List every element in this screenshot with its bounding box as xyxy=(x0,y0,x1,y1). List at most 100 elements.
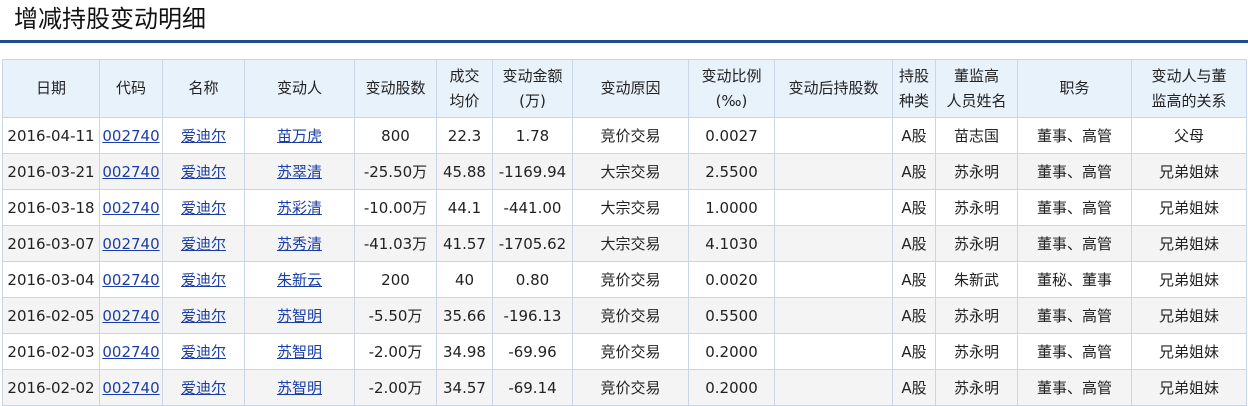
stock-name-link[interactable]: 爱迪尔 xyxy=(181,379,226,397)
table-cell: 002740 xyxy=(99,225,163,262)
column-header[interactable]: 成交 均价 xyxy=(436,59,493,118)
column-header-line2: 种类 xyxy=(898,91,929,110)
column-header[interactable]: 变动股数 xyxy=(354,59,437,118)
column-header-line2: (万) xyxy=(519,91,546,110)
column-header[interactable]: 变动金额 (万) xyxy=(492,59,573,118)
cell-date: 2016-03-04 xyxy=(2,261,100,298)
cell-relation: 父母 xyxy=(1131,117,1247,154)
column-header[interactable]: 董监高 人员姓名 xyxy=(935,59,1018,118)
column-header-line1: 变动人 xyxy=(276,79,322,97)
cell-relation: 兄弟姐妹 xyxy=(1131,261,1247,298)
column-header-line1: 日期 xyxy=(35,79,66,97)
cell-shares: -2.00万 xyxy=(354,369,437,406)
column-header[interactable]: 日期 xyxy=(2,59,100,118)
stock-name-link[interactable]: 爱迪尔 xyxy=(181,163,226,181)
column-header[interactable]: 变动人 xyxy=(244,59,355,118)
page-title: 增减持股变动明细 xyxy=(14,5,206,33)
cell-reason: 大宗交易 xyxy=(572,189,689,226)
table-cell: 苏翠清 xyxy=(244,153,355,190)
cell-share-type: A股 xyxy=(892,225,936,262)
cell-relation: 兄弟姐妹 xyxy=(1131,333,1247,370)
cell-after-shares xyxy=(774,297,893,334)
changer-link[interactable]: 苏智明 xyxy=(277,307,322,325)
stock-name-link[interactable]: 爱迪尔 xyxy=(181,271,226,289)
cell-ratio: 0.0027 xyxy=(688,117,775,154)
cell-after-shares xyxy=(774,153,893,190)
column-header[interactable]: 变动人与董 监高的关系 xyxy=(1131,59,1247,118)
cell-reason: 大宗交易 xyxy=(572,225,689,262)
stock-code-link[interactable]: 002740 xyxy=(102,343,159,361)
cell-date: 2016-02-02 xyxy=(2,369,100,406)
cell-avg-price: 40 xyxy=(436,261,493,298)
changer-link[interactable]: 苏智明 xyxy=(277,343,322,361)
cell-relation: 兄弟姐妹 xyxy=(1131,369,1247,406)
column-header[interactable]: 持股 种类 xyxy=(892,59,936,118)
cell-position: 董事、高管 xyxy=(1017,225,1132,262)
table-row: 2016-03-07 002740 爱迪尔 苏秀清 -41.03万 41.57 -1705.… xyxy=(2,225,1247,262)
table-cell: 朱新云 xyxy=(244,261,355,298)
cell-amount: 0.80 xyxy=(492,261,573,298)
table-cell: 爱迪尔 xyxy=(162,117,245,154)
table-cell: 苏智明 xyxy=(244,369,355,406)
cell-position: 董秘、董事 xyxy=(1017,261,1132,298)
column-header[interactable]: 变动后持股数 xyxy=(774,59,893,118)
column-header[interactable]: 变动比例 (‰) xyxy=(688,59,775,118)
cell-position: 董事、高管 xyxy=(1017,153,1132,190)
cell-shares: -5.50万 xyxy=(354,297,437,334)
cell-reason: 竞价交易 xyxy=(572,333,689,370)
cell-date: 2016-03-18 xyxy=(2,189,100,226)
table-cell: 苏智明 xyxy=(244,297,355,334)
stock-name-link[interactable]: 爱迪尔 xyxy=(181,343,226,361)
cell-executive: 苏永明 xyxy=(935,225,1018,262)
cell-share-type: A股 xyxy=(892,369,936,406)
stock-name-link[interactable]: 爱迪尔 xyxy=(181,199,226,217)
cell-executive: 苏永明 xyxy=(935,369,1018,406)
changer-link[interactable]: 苏秀清 xyxy=(277,235,322,253)
column-header-line1: 变动人与董 xyxy=(1151,66,1227,85)
column-header-line1: 变动原因 xyxy=(600,79,661,97)
table-cell: 爱迪尔 xyxy=(162,225,245,262)
cell-ratio: 0.0020 xyxy=(688,261,775,298)
stock-name-link[interactable]: 爱迪尔 xyxy=(181,235,226,253)
column-header-line1: 变动金额 xyxy=(502,66,563,85)
changer-link[interactable]: 苗万虎 xyxy=(277,127,322,145)
stock-code-link[interactable]: 002740 xyxy=(102,199,159,217)
cell-amount: -441.00 xyxy=(492,189,573,226)
cell-ratio: 0.2000 xyxy=(688,369,775,406)
stock-code-link[interactable]: 002740 xyxy=(102,163,159,181)
cell-share-type: A股 xyxy=(892,333,936,370)
changer-link[interactable]: 苏翠清 xyxy=(277,163,322,181)
stock-code-link[interactable]: 002740 xyxy=(102,307,159,325)
stock-name-link[interactable]: 爱迪尔 xyxy=(181,307,226,325)
cell-ratio: 0.5500 xyxy=(688,297,775,334)
cell-date: 2016-03-21 xyxy=(2,153,100,190)
stock-code-link[interactable]: 002740 xyxy=(102,127,159,145)
cell-shares: -41.03万 xyxy=(354,225,437,262)
changer-link[interactable]: 苏智明 xyxy=(277,379,322,397)
cell-executive: 苏永明 xyxy=(935,153,1018,190)
column-header-line1: 董监高 xyxy=(953,66,999,85)
column-header[interactable]: 名称 xyxy=(162,59,245,118)
cell-position: 董事、高管 xyxy=(1017,297,1132,334)
cell-amount: -1169.94 xyxy=(492,153,573,190)
cell-after-shares xyxy=(774,333,893,370)
column-header-line1: 变动比例 xyxy=(701,66,762,85)
stock-code-link[interactable]: 002740 xyxy=(102,271,159,289)
cell-avg-price: 45.88 xyxy=(436,153,493,190)
column-header[interactable]: 职务 xyxy=(1017,59,1132,118)
table-cell: 爱迪尔 xyxy=(162,297,245,334)
column-header[interactable]: 变动原因 xyxy=(572,59,689,118)
table-cell: 爱迪尔 xyxy=(162,333,245,370)
changer-link[interactable]: 朱新云 xyxy=(277,271,322,289)
cell-relation: 兄弟姐妹 xyxy=(1131,297,1247,334)
cell-reason: 大宗交易 xyxy=(572,153,689,190)
table-cell: 002740 xyxy=(99,189,163,226)
table-cell: 苏智明 xyxy=(244,333,355,370)
stock-code-link[interactable]: 002740 xyxy=(102,235,159,253)
column-header[interactable]: 代码 xyxy=(99,59,163,118)
changer-link[interactable]: 苏彩清 xyxy=(277,199,322,217)
cell-date: 2016-02-05 xyxy=(2,297,100,334)
stock-code-link[interactable]: 002740 xyxy=(102,379,159,397)
stock-name-link[interactable]: 爱迪尔 xyxy=(181,127,226,145)
cell-after-shares xyxy=(774,225,893,262)
